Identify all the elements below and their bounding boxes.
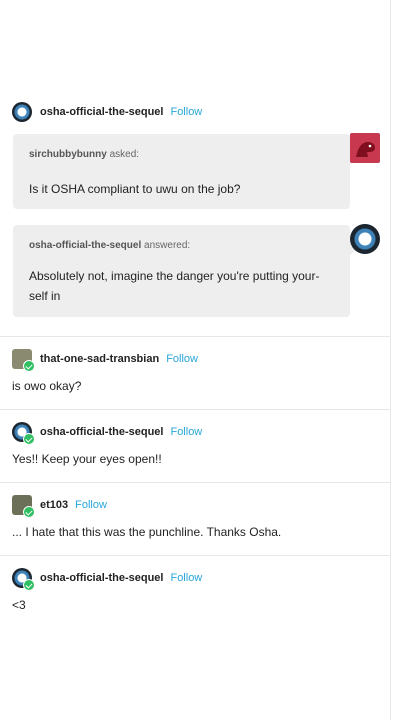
follow-button[interactable]: Follow bbox=[170, 106, 202, 118]
reply-item: that-one-sad-transbian Follow is owo oka… bbox=[0, 336, 390, 409]
reply-follow-button[interactable]: Follow bbox=[170, 572, 202, 584]
reply-item: osha-official-the-sequel Follow <3 bbox=[0, 555, 390, 628]
reply-item: et103 Follow ... I hate that this was th… bbox=[0, 482, 390, 555]
reply-header: osha-official-the-sequel Follow bbox=[12, 568, 202, 591]
answer-meta: osha-official-the-sequel answered: bbox=[29, 240, 190, 251]
portrait-avatar-icon[interactable] bbox=[12, 349, 35, 372]
reply-text: Yes!! Keep your eyes open!! bbox=[12, 452, 162, 466]
reply-header: et103 Follow bbox=[12, 495, 107, 518]
reply-blog-name[interactable]: osha-official-the-sequel bbox=[40, 426, 163, 438]
answer-line-1: Absolutely not, imagine the danger you'r… bbox=[29, 269, 320, 283]
reply-text: <3 bbox=[12, 598, 26, 612]
asked-label: asked: bbox=[109, 149, 140, 160]
asker-name[interactable]: sirchubbybunny bbox=[29, 149, 107, 160]
verified-badge-icon bbox=[23, 506, 35, 518]
reply-follow-button[interactable]: Follow bbox=[170, 426, 202, 438]
reply-blog-name[interactable]: osha-official-the-sequel bbox=[40, 572, 163, 584]
verified-badge-icon bbox=[23, 360, 35, 372]
reply-header: osha-official-the-sequel Follow bbox=[12, 422, 202, 445]
reply-text: ... I hate that this was the punchline. … bbox=[12, 525, 282, 539]
answerer-name[interactable]: osha-official-the-sequel bbox=[29, 240, 141, 251]
answer-bubble: osha-official-the-sequel answered: Absol… bbox=[13, 225, 360, 317]
tumblr-thread: osha-official-the-sequel Follow sirchubb… bbox=[0, 0, 391, 720]
verified-badge-icon bbox=[23, 433, 35, 445]
post-header: osha-official-the-sequel Follow bbox=[12, 102, 202, 122]
blog-name[interactable]: osha-official-the-sequel bbox=[40, 106, 163, 118]
reply-follow-button[interactable]: Follow bbox=[75, 499, 107, 511]
portrait-avatar-icon[interactable] bbox=[12, 495, 35, 518]
reply-header: that-one-sad-transbian Follow bbox=[12, 349, 198, 372]
ask-meta: sirchubbybunny asked: bbox=[29, 149, 139, 160]
question-text: Is it OSHA compliant to uwu on the job? bbox=[29, 182, 241, 196]
dinosaur-avatar-icon[interactable] bbox=[350, 133, 380, 163]
reply-text: is owo okay? bbox=[12, 379, 82, 393]
osha-side-avatar-icon[interactable] bbox=[350, 224, 380, 254]
reply-item: osha-official-the-sequel Follow Yes!! Ke… bbox=[0, 409, 390, 482]
reply-blog-name[interactable]: et103 bbox=[40, 499, 68, 511]
osha-avatar-icon[interactable] bbox=[12, 568, 35, 591]
reply-follow-button[interactable]: Follow bbox=[166, 353, 198, 365]
reply-blog-name[interactable]: that-one-sad-transbian bbox=[40, 353, 159, 365]
answer-line-2: self in bbox=[29, 289, 61, 303]
verified-badge-icon bbox=[23, 579, 35, 591]
answered-label: answered: bbox=[144, 240, 191, 251]
answer-text: Absolutely not, imagine the danger you'r… bbox=[29, 266, 334, 306]
ask-bubble: sirchubbybunny asked: Is it OSHA complia… bbox=[13, 134, 360, 209]
osha-avatar-icon[interactable] bbox=[12, 102, 32, 122]
osha-avatar-icon[interactable] bbox=[12, 422, 35, 445]
